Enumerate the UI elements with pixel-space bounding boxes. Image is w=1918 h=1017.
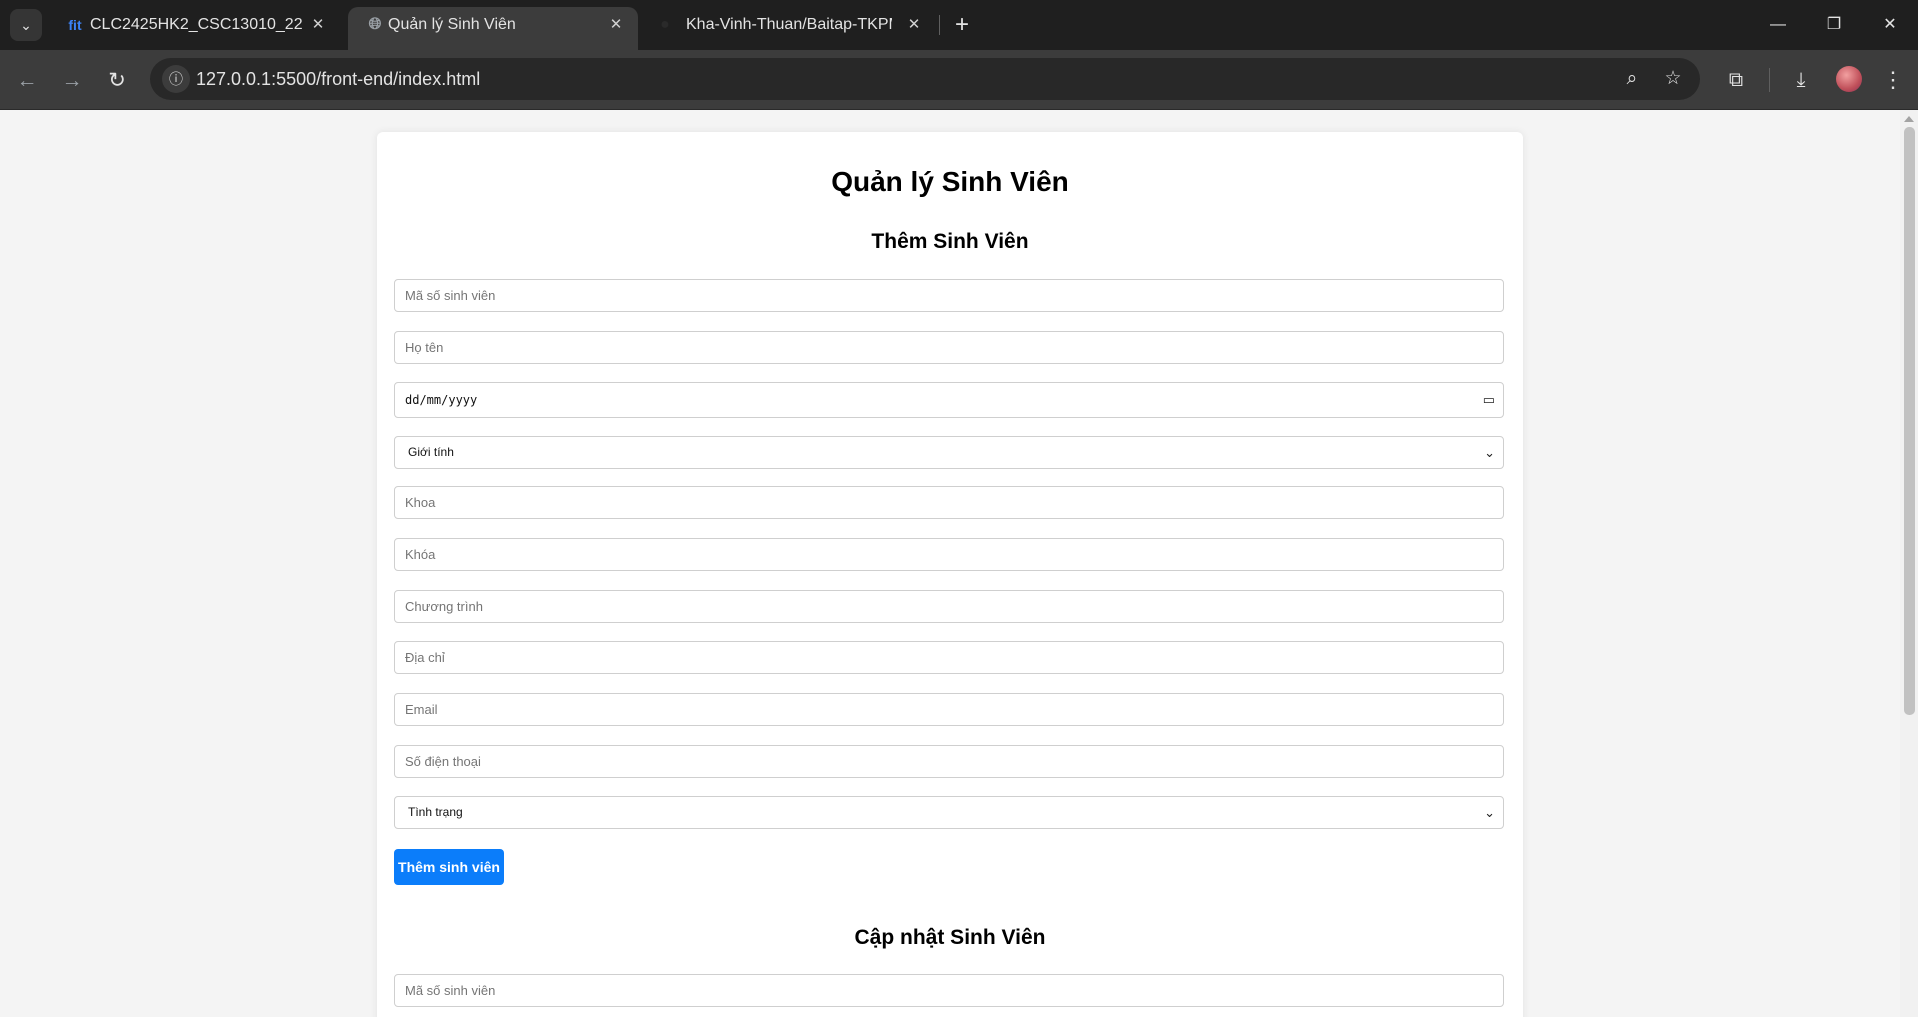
- tab-title: CLC2425HK2_CSC13010_22KTPM: [90, 16, 302, 33]
- bookmark-star-icon[interactable]: ☆: [1661, 67, 1685, 91]
- tab-course[interactable]: fit CLC2425HK2_CSC13010_22KTPM ✕: [48, 7, 348, 50]
- chevron-down-icon: ⌄: [1484, 805, 1495, 820]
- tab-close-icon[interactable]: ✕: [608, 7, 624, 43]
- tab-divider: [939, 15, 940, 35]
- course-input[interactable]: Khóa: [394, 538, 1504, 571]
- faculty-placeholder: Khoa: [405, 495, 436, 510]
- tab-student-management[interactable]: 🌐︎ Quản lý Sinh Viên ✕: [348, 7, 638, 50]
- address-bar[interactable]: ⓘ 127.0.0.1:5500/front-end/index.html ⌕ …: [150, 58, 1700, 100]
- zoom-icon[interactable]: ⌕: [1620, 67, 1644, 91]
- tab-github[interactable]: ● Kha-Vinh-Thuan/Baitap-TKPM ✕: [650, 7, 930, 50]
- gender-selected-value: Giới tính: [408, 445, 454, 459]
- student-id-input[interactable]: Mã số sinh viên: [394, 279, 1504, 312]
- chevron-down-icon: ⌄: [1484, 445, 1495, 460]
- back-arrow-icon[interactable]: ←: [10, 64, 44, 98]
- status-select[interactable]: Tình trạng ⌄: [394, 796, 1504, 829]
- full-name-input[interactable]: Họ tên: [394, 331, 1504, 364]
- student-id-placeholder: Mã số sinh viên: [405, 288, 496, 303]
- toolbar-divider: [1769, 68, 1770, 92]
- tab-title: Quản lý Sinh Viên: [388, 16, 516, 33]
- course-placeholder: Khóa: [405, 547, 436, 562]
- profile-avatar[interactable]: [1836, 66, 1862, 92]
- faculty-input[interactable]: Khoa: [394, 486, 1504, 519]
- tab-search-button[interactable]: ⌄: [10, 9, 42, 41]
- new-tab-button[interactable]: +: [948, 11, 976, 39]
- add-section-title: Thêm Sinh Viên: [871, 230, 1029, 253]
- program-placeholder: Chương trình: [405, 599, 483, 614]
- forward-arrow-icon[interactable]: →: [55, 64, 89, 98]
- extensions-icon[interactable]: ⧉: [1722, 66, 1750, 94]
- dob-date-input[interactable]: dd/mm/yyyy ▭: [394, 382, 1504, 418]
- phone-placeholder: Số điện thoại: [405, 754, 481, 769]
- close-window-icon[interactable]: ✕: [1862, 0, 1918, 50]
- dob-placeholder: dd/mm/yyyy: [405, 393, 478, 407]
- scroll-up-arrow-icon[interactable]: [1904, 116, 1914, 122]
- main-container: Quản lý Sinh Viên Thêm Sinh Viên Mã số s…: [377, 132, 1523, 1017]
- address-input[interactable]: Địa chỉ: [394, 641, 1504, 674]
- tab-strip: ⌄ fit CLC2425HK2_CSC13010_22KTPM ✕ 🌐︎ Qu…: [0, 0, 1918, 50]
- calendar-icon[interactable]: ▭: [1483, 383, 1495, 417]
- scrollbar-thumb[interactable]: [1904, 127, 1915, 715]
- add-student-button[interactable]: Thêm sinh viên: [394, 849, 504, 885]
- status-selected-value: Tình trạng: [408, 805, 463, 819]
- page-title: Quản lý Sinh Viên: [831, 166, 1069, 197]
- page-scrollbar[interactable]: [1900, 110, 1918, 1017]
- tab-close-icon[interactable]: ✕: [310, 7, 326, 43]
- minimize-icon[interactable]: —: [1750, 0, 1806, 50]
- update-student-id-placeholder: Mã số sinh viên: [405, 983, 496, 998]
- url-text[interactable]: 127.0.0.1:5500/front-end/index.html: [196, 58, 480, 100]
- site-info-icon[interactable]: ⓘ: [162, 65, 190, 93]
- page-viewport: Quản lý Sinh Viên Thêm Sinh Viên Mã số s…: [0, 110, 1900, 1017]
- github-icon: ●: [660, 16, 670, 33]
- reload-icon[interactable]: ↻: [100, 64, 134, 98]
- update-student-id-input[interactable]: Mã số sinh viên: [394, 974, 1504, 1007]
- email-input[interactable]: Email: [394, 693, 1504, 726]
- download-icon[interactable]: ⤓: [1787, 66, 1815, 94]
- tab-close-icon[interactable]: ✕: [906, 7, 922, 43]
- email-placeholder: Email: [405, 702, 438, 717]
- update-section-title: Cập nhật Sinh Viên: [854, 926, 1046, 949]
- restore-icon[interactable]: ❐: [1806, 0, 1862, 50]
- more-menu-icon[interactable]: ⋮: [1882, 66, 1904, 94]
- full-name-placeholder: Họ tên: [405, 340, 444, 355]
- address-placeholder: Địa chỉ: [405, 650, 445, 665]
- globe-icon: 🌐︎: [368, 16, 382, 33]
- fit-favicon-icon: fit: [68, 17, 82, 33]
- phone-input[interactable]: Số điện thoại: [394, 745, 1504, 778]
- browser-toolbar: ← → ↻ ⓘ 127.0.0.1:5500/front-end/index.h…: [0, 50, 1918, 110]
- tab-title: Kha-Vinh-Thuan/Baitap-TKPM: [686, 16, 892, 33]
- gender-select[interactable]: Giới tính ⌄: [394, 436, 1504, 469]
- program-input[interactable]: Chương trình: [394, 590, 1504, 623]
